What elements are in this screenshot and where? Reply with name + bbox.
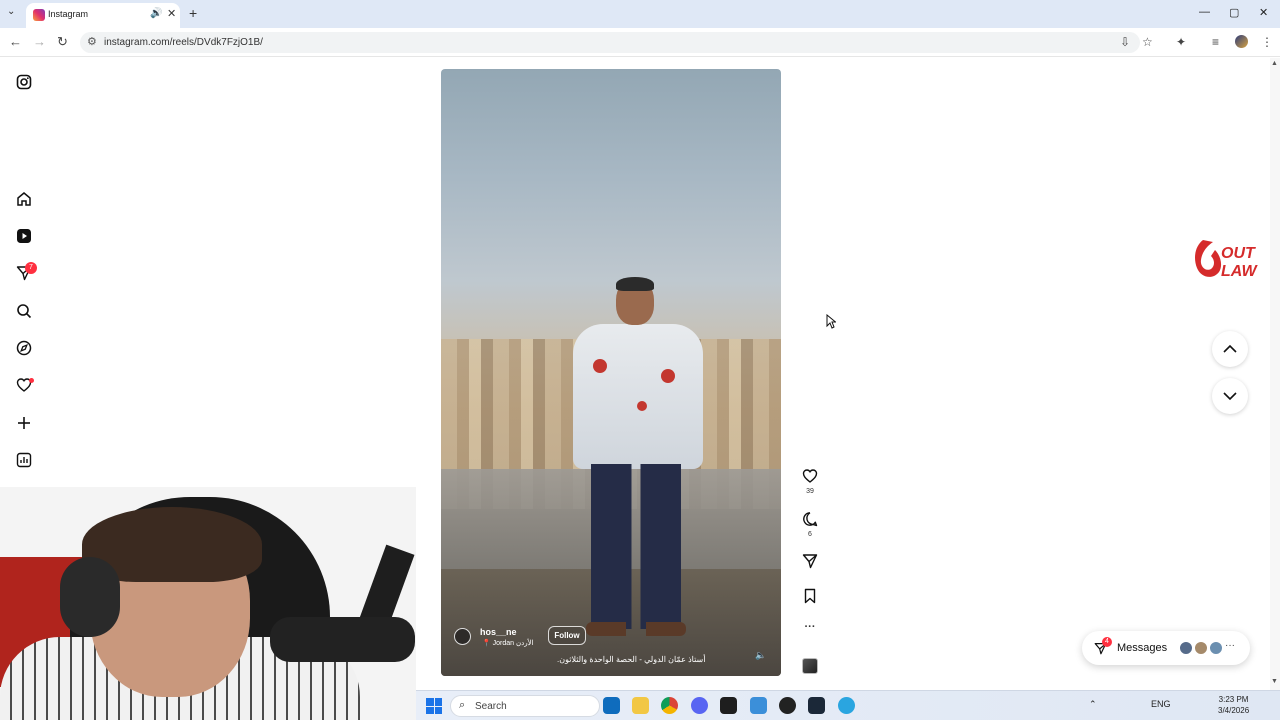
instagram-logo-icon[interactable] xyxy=(14,72,34,92)
tab-list-button[interactable]: ⌄ xyxy=(7,6,15,17)
reel-video[interactable]: hos__ne 📍 Jordan الأردن Follow أستاذ عمّ… xyxy=(441,69,781,676)
jacket-flower-pattern xyxy=(637,401,647,411)
taskbar-chrome-icon[interactable] xyxy=(661,697,678,714)
profile-avatar[interactable] xyxy=(1235,35,1248,48)
reload-button[interactable]: ↻ xyxy=(57,34,68,50)
video-person-hair xyxy=(616,277,654,291)
logo-text-out: OUT xyxy=(1221,245,1256,262)
reel-author-avatar[interactable] xyxy=(454,628,471,645)
taskbar-search-box[interactable]: ⌕ Search xyxy=(450,695,600,717)
messages-more-icon[interactable]: ··· xyxy=(1225,640,1235,651)
window-close-button[interactable]: ✕ xyxy=(1259,6,1268,19)
taskbar-clock[interactable]: 3:23 PM 3/4/2026 xyxy=(1218,694,1249,716)
previous-reel-button[interactable] xyxy=(1212,331,1248,367)
explore-compass-icon[interactable] xyxy=(14,338,34,358)
taskbar-edge-icon[interactable] xyxy=(838,697,855,714)
tab-title: Instagram xyxy=(48,9,89,19)
comments-count: 6 xyxy=(808,531,812,538)
video-person-shoes xyxy=(586,622,686,636)
video-person-jacket xyxy=(573,324,703,469)
reels-icon[interactable] xyxy=(14,226,34,246)
install-app-icon[interactable]: ⇩ xyxy=(1120,35,1130,49)
clock-date: 3/4/2026 xyxy=(1218,706,1250,715)
tab-instagram[interactable]: Instagram 🔊 ✕ xyxy=(26,3,180,28)
clock-time: 3:23 PM xyxy=(1218,695,1249,704)
video-person-legs xyxy=(591,464,681,629)
taskbar-app-store-icon[interactable] xyxy=(603,697,620,714)
page-scrollbar[interactable]: ▲ ▼ xyxy=(1270,58,1280,690)
tray-language[interactable]: ENG xyxy=(1151,699,1171,709)
notifications-count-badge: 7 xyxy=(25,262,37,274)
outlaw-watermark-logo: OUT LAW xyxy=(1191,236,1259,282)
taskbar-app-icon[interactable] xyxy=(750,697,767,714)
window-minimize-button[interactable]: — xyxy=(1199,6,1210,18)
taskbar-app-icon[interactable] xyxy=(779,697,796,714)
tray-chevron-icon[interactable]: ⌃ xyxy=(1089,699,1097,710)
scroll-up-icon[interactable]: ▲ xyxy=(1271,60,1278,67)
browser-tab-strip: ⌄ Instagram 🔊 ✕ + — ▢ ✕ xyxy=(0,0,1280,28)
dashboard-chart-icon[interactable] xyxy=(14,450,34,470)
taskbar-file-explorer-icon[interactable] xyxy=(632,697,649,714)
reel-caption[interactable]: أستاذ عمّان الدولي - الحصة الواحدة والثل… xyxy=(557,655,705,664)
search-icon[interactable] xyxy=(14,301,34,321)
home-icon[interactable] xyxy=(14,189,34,209)
browser-menu-icon[interactable]: ⋮ xyxy=(1261,35,1273,49)
avatar xyxy=(1209,641,1223,655)
messages-button[interactable]: 4 Messages ··· xyxy=(1082,631,1250,665)
new-tab-button[interactable]: + xyxy=(189,5,197,21)
webcam-microphone xyxy=(270,617,415,662)
jacket-flower-pattern xyxy=(593,359,607,373)
windows-taskbar: ⌕ Search ⌃ ENG 3:23 PM 3/4/2026 xyxy=(416,690,1280,720)
taskbar-terminal-icon[interactable] xyxy=(720,697,737,714)
more-options-icon[interactable]: ··· xyxy=(800,621,820,633)
back-button[interactable]: ← xyxy=(9,34,22,49)
media-controls-icon[interactable]: ≡ xyxy=(1212,35,1219,49)
avatar xyxy=(1194,641,1208,655)
extensions-icon[interactable]: ✦ xyxy=(1176,35,1186,49)
instagram-favicon-icon xyxy=(33,9,45,21)
taskbar-steam-icon[interactable] xyxy=(808,697,825,714)
likes-count: 39 xyxy=(806,488,814,495)
webcam-headset xyxy=(60,557,120,637)
address-bar[interactable]: ⚙ instagram.com/reels/DVdk7FzjO1B/ xyxy=(80,32,1140,53)
create-plus-icon[interactable] xyxy=(14,413,34,433)
site-info-icon[interactable]: ⚙ xyxy=(87,35,97,48)
mute-toggle-icon[interactable]: 🔈 xyxy=(755,650,766,661)
chevron-up-icon xyxy=(1223,344,1237,353)
notification-dot xyxy=(29,378,34,383)
messages-count-badge: 4 xyxy=(1102,637,1112,647)
logo-text-law: LAW xyxy=(1221,263,1258,280)
window-maximize-button[interactable]: ▢ xyxy=(1229,6,1239,19)
windows-start-icon[interactable] xyxy=(426,698,442,714)
share-icon[interactable] xyxy=(801,552,819,570)
follow-button[interactable]: Follow xyxy=(548,626,586,645)
comment-icon[interactable] xyxy=(801,510,819,528)
tab-audio-icon[interactable]: 🔊 xyxy=(150,8,162,19)
browser-toolbar: ← → ↻ ⚙ instagram.com/reels/DVdk7FzjO1B/… xyxy=(0,28,1280,57)
chevron-down-icon xyxy=(1223,392,1237,401)
like-heart-icon[interactable] xyxy=(801,467,819,485)
reel-username[interactable]: hos__ne xyxy=(480,627,517,637)
messages-label: Messages xyxy=(1117,642,1168,654)
save-bookmark-icon[interactable] xyxy=(801,587,819,605)
webcam-overlay xyxy=(0,487,416,720)
tab-close-icon[interactable]: ✕ xyxy=(167,7,176,20)
avatar xyxy=(1179,641,1193,655)
reel-location[interactable]: 📍 Jordan الأردن xyxy=(482,639,534,647)
next-reel-button[interactable] xyxy=(1212,378,1248,414)
mouse-cursor-icon xyxy=(826,313,837,334)
original-audio-thumbnail[interactable] xyxy=(802,658,818,674)
url-text[interactable]: instagram.com/reels/DVdk7FzjO1B/ xyxy=(104,37,263,48)
bookmark-star-icon[interactable]: ☆ xyxy=(1142,35,1153,49)
scroll-down-icon[interactable]: ▼ xyxy=(1271,678,1278,685)
taskbar-discord-icon[interactable] xyxy=(691,697,708,714)
search-icon: ⌕ xyxy=(459,699,466,711)
forward-button[interactable]: → xyxy=(33,34,46,49)
taskbar-search-placeholder: Search xyxy=(475,701,507,712)
jacket-flower-pattern xyxy=(661,369,675,383)
